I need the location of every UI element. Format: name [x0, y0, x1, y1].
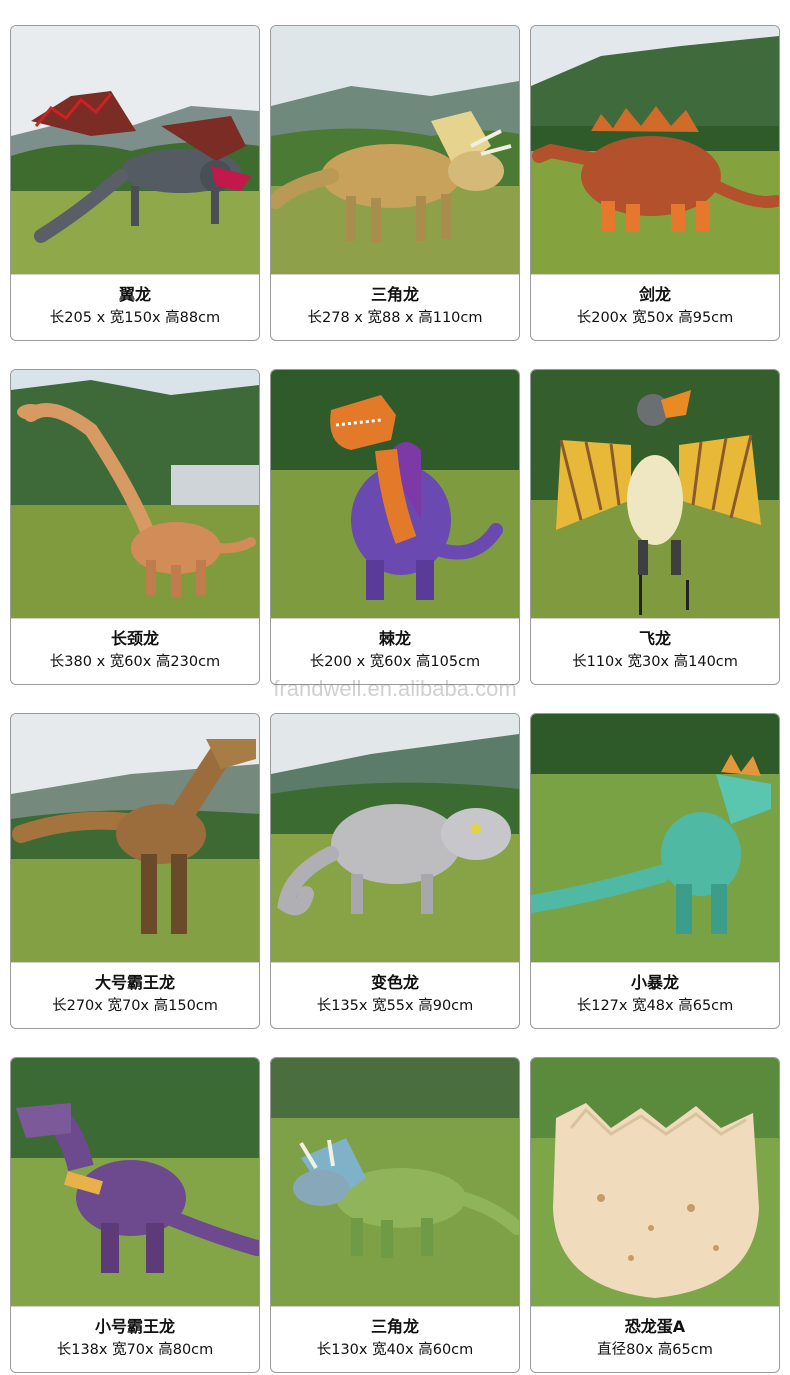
product-dimensions: 长110x 宽30x 高140cm [572, 654, 738, 670]
product-card[interactable]: 三角龙 长130x 宽40x 高60cm [270, 1057, 520, 1373]
brachiosaurus-photo [11, 370, 259, 618]
product-caption: 变色龙 长135x 宽55x 高90cm [271, 962, 519, 1028]
product-caption: 小号霸王龙 长138x 宽70x 高80cm [11, 1306, 259, 1372]
watermark: frandwell.en.alibaba.com [273, 676, 517, 701]
product-caption: 剑龙 长200x 宽50x 高95cm [531, 274, 779, 340]
product-caption: 长颈龙 长380 x 宽60x 高230cm [11, 618, 259, 684]
chameleon-dino-photo [271, 714, 519, 962]
dinosaur-egg-photo [531, 1058, 779, 1306]
product-name: 翼龙 [118, 285, 151, 304]
product-card[interactable]: 棘龙 长200 x 宽60x 高105cm [270, 369, 520, 685]
product-name: 大号霸王龙 [94, 973, 175, 992]
product-card[interactable]: 小暴龙 长127x 宽48x 高65cm [530, 713, 780, 1029]
product-card[interactable]: 长颈龙 长380 x 宽60x 高230cm [10, 369, 260, 685]
product-caption: 飞龙 长110x 宽30x 高140cm [531, 618, 779, 684]
product-card[interactable]: 三角龙 长278 x 宽88 x 高110cm [270, 25, 520, 341]
product-card[interactable]: 翼龙 长205 x 宽150x 高88cm [10, 25, 260, 341]
winged-dragon-photo [11, 26, 259, 274]
product-dimensions: 长130x 宽40x 高60cm [316, 1342, 474, 1358]
stegosaurus-photo [531, 26, 779, 274]
product-card[interactable]: 变色龙 长135x 宽55x 高90cm [270, 713, 520, 1029]
product-dimensions: 长200x 宽50x 高95cm [576, 310, 734, 326]
product-dimensions: 长270x 宽70x 高150cm [52, 998, 218, 1014]
product-name: 三角龙 [370, 1317, 419, 1336]
product-dimensions: 长127x 宽48x 高65cm [576, 998, 734, 1014]
product-card[interactable]: 飞龙 长110x 宽30x 高140cm [530, 369, 780, 685]
pterosaur-photo [531, 370, 779, 618]
product-caption: 三角龙 长130x 宽40x 高60cm [271, 1306, 519, 1372]
product-dimensions: 长278 x 宽88 x 高110cm [307, 310, 483, 326]
product-name: 三角龙 [370, 285, 419, 304]
product-name: 飞龙 [638, 629, 671, 648]
product-caption: 小暴龙 长127x 宽48x 高65cm [531, 962, 779, 1028]
product-caption: 大号霸王龙 长270x 宽70x 高150cm [11, 962, 259, 1028]
product-name: 剑龙 [638, 285, 671, 304]
product-name: 小暴龙 [630, 973, 679, 992]
product-name: 变色龙 [370, 973, 419, 992]
product-name: 小号霸王龙 [94, 1317, 175, 1336]
product-card[interactable]: 大号霸王龙 长270x 宽70x 高150cm [10, 713, 260, 1029]
t-rex-small-photo [11, 1058, 259, 1306]
product-dimensions: 长205 x 宽150x 高88cm [49, 310, 221, 326]
product-dimensions: 长138x 宽70x 高80cm [56, 1342, 214, 1358]
product-dimensions: 直径80x 高65cm [597, 1342, 713, 1358]
product-name: 长颈龙 [110, 629, 159, 648]
product-caption: 棘龙 长200 x 宽60x 高105cm [271, 618, 519, 684]
product-dimensions: 长380 x 宽60x 高230cm [49, 654, 221, 670]
triceratops-small-photo [271, 1058, 519, 1306]
product-card[interactable]: 小号霸王龙 长138x 宽70x 高80cm [10, 1057, 260, 1373]
product-card[interactable]: 恐龙蛋A 直径80x 高65cm [530, 1057, 780, 1373]
triceratops-photo [271, 26, 519, 274]
product-name: 棘龙 [378, 629, 411, 648]
product-dimensions: 长135x 宽55x 高90cm [316, 998, 474, 1014]
product-card[interactable]: 剑龙 长200x 宽50x 高95cm [530, 25, 780, 341]
product-dimensions: 长200 x 宽60x 高105cm [309, 654, 481, 670]
small-tyrannosaur-photo [531, 714, 779, 962]
product-caption: 三角龙 长278 x 宽88 x 高110cm [271, 274, 519, 340]
product-caption: 恐龙蛋A 直径80x 高65cm [531, 1306, 779, 1372]
spinosaurus-photo [271, 370, 519, 618]
t-rex-large-photo [11, 714, 259, 962]
product-name: 恐龙蛋A [624, 1317, 686, 1336]
product-caption: 翼龙 长205 x 宽150x 高88cm [11, 274, 259, 340]
